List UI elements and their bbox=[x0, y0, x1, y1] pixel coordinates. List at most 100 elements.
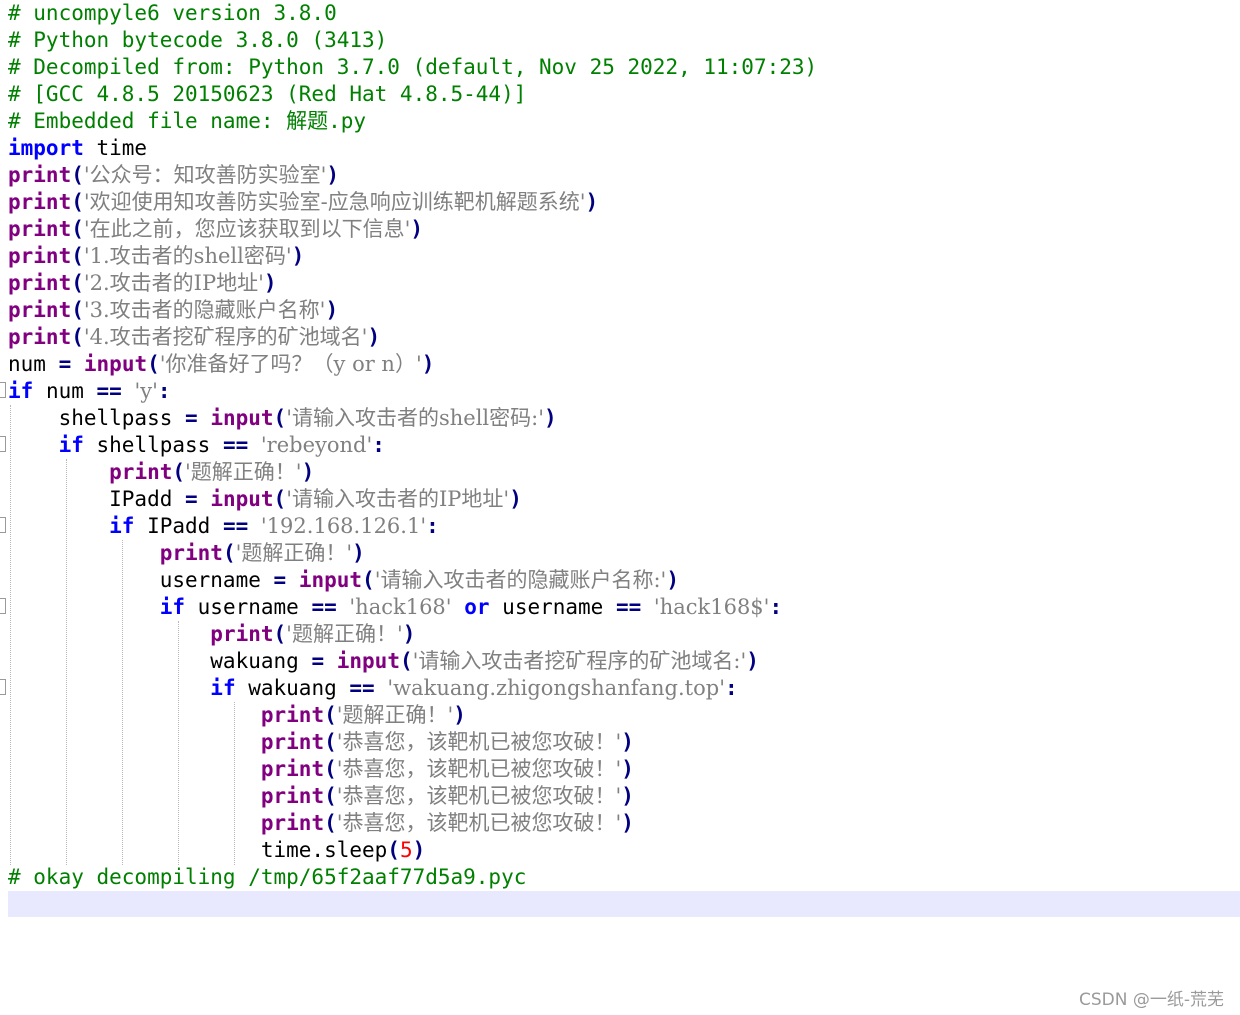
code-line[interactable]: shellpass = input('请输入攻击者的shell密码:') bbox=[8, 405, 557, 432]
code-token: print bbox=[8, 298, 72, 322]
current-line-highlight[interactable] bbox=[8, 891, 1240, 917]
code-editor[interactable]: # uncompyle6 version 3.8.0 # Python bytec… bbox=[0, 0, 1240, 1015]
code-line[interactable]: print('3.攻击者的隐藏账户名称') bbox=[8, 297, 338, 324]
code-line[interactable]: # [GCC 4.8.5 20150623 (Red Hat 4.8.5-44)… bbox=[8, 81, 526, 108]
code-token: ) bbox=[585, 190, 599, 214]
code-line[interactable]: wakuang = input('请输入攻击者挖矿程序的矿池域名:') bbox=[8, 648, 759, 675]
code-line[interactable]: # Python bytecode 3.8.0 (3413) bbox=[8, 27, 387, 54]
code-token: '恭喜您，该靶机已被您攻破！' bbox=[336, 730, 622, 754]
code-line[interactable]: print('题解正确！') bbox=[8, 459, 314, 486]
code-line[interactable]: print('恭喜您，该靶机已被您攻破！') bbox=[8, 756, 634, 783]
code-line[interactable]: print('在此之前，您应该获取到以下信息') bbox=[8, 216, 423, 243]
fold-marker[interactable] bbox=[0, 382, 6, 398]
code-line[interactable]: # Embedded file name: 解题.py bbox=[8, 108, 366, 135]
code-token: ( bbox=[324, 784, 337, 808]
code-line[interactable]: time.sleep(5) bbox=[8, 837, 425, 864]
code-token: ( bbox=[399, 649, 413, 673]
code-line[interactable]: # Decompiled from: Python 3.7.0 (default… bbox=[8, 54, 817, 81]
code-token: print bbox=[260, 784, 325, 808]
fold-margin bbox=[0, 0, 8, 1015]
code-line[interactable]: # uncompyle6 version 3.8.0 bbox=[8, 0, 337, 27]
code-token: ( bbox=[324, 703, 337, 727]
code-token: 'wakuang.zhigongshanfang.top' bbox=[387, 676, 725, 700]
code-line[interactable]: print('2.攻击者的IP地址') bbox=[8, 270, 277, 297]
code-line[interactable]: print('题解正确！') bbox=[8, 540, 365, 567]
code-token: ) bbox=[666, 568, 679, 592]
code-token: wakuang bbox=[8, 649, 312, 673]
code-line[interactable]: if IPadd == '192.168.126.1': bbox=[8, 513, 439, 540]
code-line[interactable]: print('1.攻击者的shell密码') bbox=[8, 243, 304, 270]
fold-marker[interactable] bbox=[0, 598, 6, 614]
code-line[interactable]: num = input('你准备好了吗？（y or n）') bbox=[8, 351, 434, 378]
code-token: # Python bytecode 3.8.0 (3413) bbox=[8, 28, 388, 52]
code-token: input bbox=[210, 487, 274, 511]
code-token: time bbox=[83, 136, 148, 160]
code-token: == bbox=[96, 379, 122, 403]
code-line[interactable]: username = input('请输入攻击者的隐藏账户名称:') bbox=[8, 567, 679, 594]
code-token: '你准备好了吗？（y or n）' bbox=[159, 352, 422, 376]
code-token: = bbox=[273, 568, 287, 592]
code-token: ) bbox=[291, 244, 305, 268]
code-line[interactable]: print('欢迎使用知攻善防实验室-应急响应训练靶机解题系统') bbox=[8, 189, 598, 216]
code-line[interactable]: print('恭喜您，该靶机已被您攻破！') bbox=[8, 729, 634, 756]
code-token: : bbox=[372, 433, 385, 457]
code-line[interactable]: print('4.攻击者挖矿程序的矿池域名') bbox=[8, 324, 380, 351]
code-line[interactable]: # okay decompiling /tmp/65f2aaf77d5a9.py… bbox=[8, 864, 526, 891]
code-token: print bbox=[260, 811, 325, 835]
code-token: = bbox=[185, 487, 198, 511]
code-token: if bbox=[159, 595, 186, 619]
fold-marker[interactable] bbox=[0, 679, 6, 695]
code-token: ) bbox=[412, 838, 426, 862]
code-token: username bbox=[8, 568, 274, 592]
code-token: '在此之前，您应该获取到以下信息' bbox=[83, 217, 411, 241]
code-token: # [GCC 4.8.5 20150623 (Red Hat 4.8.5-44)… bbox=[8, 82, 527, 106]
code-token: if bbox=[210, 676, 236, 700]
code-token: ( bbox=[222, 541, 236, 565]
code-line[interactable]: if username == 'hack168' or username == … bbox=[8, 594, 782, 621]
code-token: '恭喜您，该靶机已被您攻破！' bbox=[336, 757, 622, 781]
code-token: '恭喜您，该靶机已被您攻破！' bbox=[336, 811, 622, 835]
code-token: ) bbox=[410, 217, 424, 241]
code-line[interactable]: if shellpass == 'rebeyond': bbox=[8, 432, 385, 459]
code-token: 'hack168' bbox=[349, 595, 452, 619]
code-token: == bbox=[222, 514, 249, 538]
code-line[interactable]: if num == 'y': bbox=[8, 378, 171, 405]
code-token: ( bbox=[71, 298, 84, 322]
code-token: ) bbox=[367, 325, 381, 349]
code-token: IPadd bbox=[134, 514, 223, 538]
code-token: = bbox=[311, 649, 325, 673]
code-token: '题解正确！' bbox=[235, 541, 353, 565]
fold-marker[interactable] bbox=[0, 436, 6, 452]
code-token: # Decompiled from: Python 3.7.0 (default… bbox=[8, 55, 818, 79]
code-line[interactable]: import time bbox=[8, 135, 147, 162]
code-line[interactable]: print('恭喜您，该靶机已被您攻破！') bbox=[8, 810, 634, 837]
code-token: 5 bbox=[399, 838, 413, 862]
code-line[interactable]: print('题解正确！') bbox=[8, 621, 415, 648]
code-line[interactable]: if wakuang == 'wakuang.zhigongshanfang.t… bbox=[8, 675, 737, 702]
code-token: print bbox=[260, 730, 325, 754]
code-token: print bbox=[260, 757, 325, 781]
code-token: print bbox=[8, 271, 72, 295]
code-line[interactable]: print('题解正确！') bbox=[8, 702, 466, 729]
code-token: print bbox=[8, 190, 72, 214]
code-line[interactable]: print('公众号：知攻善防实验室') bbox=[8, 162, 339, 189]
code-token: == bbox=[349, 676, 375, 700]
code-line[interactable]: print('恭喜您，该靶机已被您攻破！') bbox=[8, 783, 634, 810]
code-token: # uncompyle6 version 3.8.0 bbox=[8, 1, 337, 25]
code-line[interactable]: IPadd = input('请输入攻击者的IP地址') bbox=[8, 486, 522, 513]
fold-marker[interactable] bbox=[0, 517, 6, 533]
code-token: '4.攻击者挖矿程序的矿池域名' bbox=[83, 325, 368, 349]
code-token: ) bbox=[621, 757, 634, 781]
code-token: import bbox=[8, 136, 84, 160]
code-token: ) bbox=[621, 784, 634, 808]
